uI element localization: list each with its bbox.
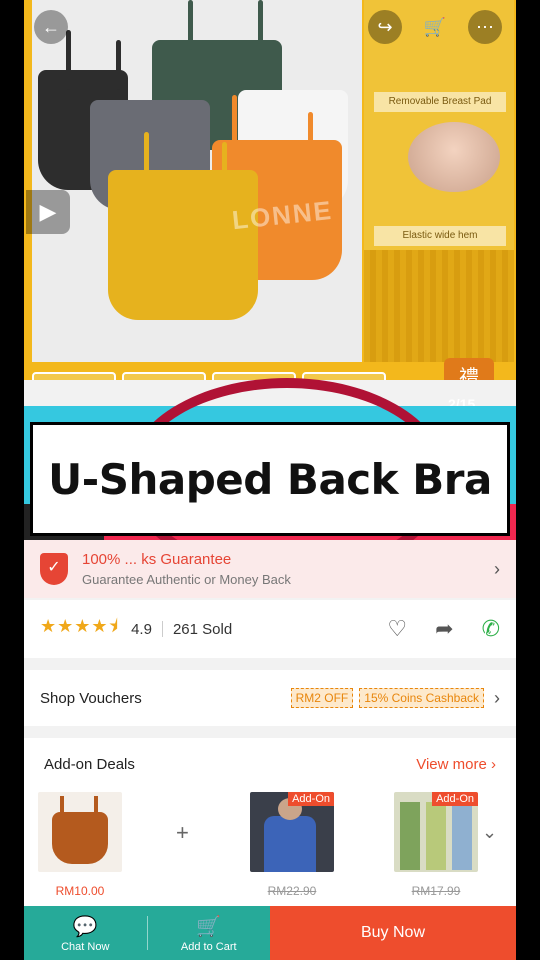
add-to-cart-button[interactable]: 🛒 Add to Cart <box>148 906 271 960</box>
cart-icon[interactable]: 🛒 <box>418 10 452 44</box>
addon-item[interactable]: Add-On RM22.90 <box>250 792 334 898</box>
cart-plus-icon: 🛒 <box>196 915 222 938</box>
chevron-right-icon: › <box>494 558 500 579</box>
add-to-cart-label: Add to Cart <box>180 940 237 953</box>
breast-pad-image <box>408 122 500 192</box>
sold-count: 261 Sold <box>172 620 233 638</box>
video-title: U-Shaped Back Bra <box>48 454 492 504</box>
guarantee-subtitle: Guarantee Authentic or Money Back <box>82 572 291 587</box>
addon-badge: Add-On <box>432 792 478 806</box>
product-page: LONNE Removable Breast Pad Elastic wide … <box>24 0 516 960</box>
chevron-right-icon: › <box>494 687 500 708</box>
addon-item-image: Add-On <box>394 792 478 872</box>
detail-photo-panel: Removable Breast Pad Elastic wide hem <box>364 0 514 362</box>
play-video-icon[interactable]: ▶ <box>26 190 70 234</box>
thumbnail[interactable] <box>32 372 116 380</box>
addon-deals-title: Add-on Deals <box>44 756 135 773</box>
bottom-action-bar: 💬 Chat Now 🛒 Add to Cart Buy Now <box>24 906 516 960</box>
rating-row: ★★★★⯨ 4.9 261 Sold ♡ ➦ ✆ <box>24 600 516 658</box>
star-rating: ★★★★⯨ <box>40 616 120 636</box>
title-card: U-Shaped Back Bra <box>30 422 510 536</box>
fabric-image <box>364 250 514 362</box>
addon-deals-section: Add-on Deals View more › RM10.00 + Add-O… <box>24 738 516 908</box>
buy-now-button[interactable]: Buy Now <box>270 906 516 960</box>
guarantee-row[interactable]: ✓ 100% ... ks Guarantee Guarantee Authen… <box>24 540 516 598</box>
plus-icon: + <box>176 820 189 845</box>
back-arrow-icon[interactable]: ← <box>34 10 68 44</box>
addon-item[interactable]: Add-On RM17.99 <box>394 792 478 898</box>
addon-item-price: RM10.00 <box>55 884 105 898</box>
addon-item-image: Add-On <box>250 792 334 872</box>
gift-icon[interactable]: 禮 <box>444 358 494 380</box>
chat-bubble-icon: 💬 <box>72 915 98 938</box>
divider <box>161 621 163 637</box>
guarantee-title: 100% ... ks Guarantee <box>82 551 232 568</box>
shield-check-icon: ✓ <box>40 553 68 585</box>
more-options-icon[interactable]: ⋯ <box>468 10 502 44</box>
thumbnail-strip <box>32 372 392 380</box>
addon-item-image <box>38 792 122 872</box>
addon-badge: Add-On <box>288 792 334 806</box>
share-icon[interactable]: ➦ <box>435 616 453 642</box>
chevron-down-icon[interactable]: ⌄ <box>482 822 497 843</box>
rating-score: 4.9 <box>131 620 152 638</box>
voucher-tag: RM2 OFF <box>290 688 354 708</box>
whatsapp-icon[interactable]: ✆ <box>482 616 500 642</box>
detail-label-pad: Removable Breast Pad <box>374 92 506 112</box>
shop-vouchers-row[interactable]: Shop Vouchers RM2 OFF 15% Coins Cashback… <box>24 670 516 726</box>
detail-label-hem: Elastic wide hem <box>374 226 506 246</box>
chat-now-label: Chat Now <box>61 940 110 953</box>
addon-item-price: RM22.90 <box>267 884 317 898</box>
voucher-tag: 15% Coins Cashback <box>359 688 484 708</box>
vouchers-label: Shop Vouchers <box>40 689 142 707</box>
share-arrow-icon[interactable]: ↪ <box>368 10 402 44</box>
heart-icon[interactable]: ♡ <box>387 616 407 642</box>
thumbnail[interactable] <box>122 372 206 380</box>
product-image-carousel[interactable]: LONNE Removable Breast Pad Elastic wide … <box>24 0 516 380</box>
addon-item-price: RM17.99 <box>411 884 461 898</box>
view-more-link[interactable]: View more › <box>416 756 496 773</box>
main-product-photo: LONNE <box>32 0 362 362</box>
chat-now-button[interactable]: 💬 Chat Now <box>24 906 147 960</box>
addon-item[interactable]: RM10.00 <box>38 792 122 898</box>
